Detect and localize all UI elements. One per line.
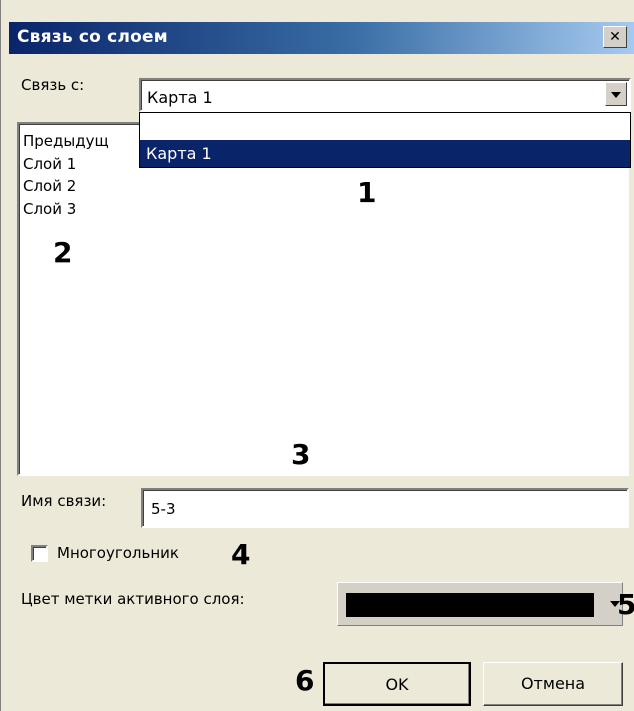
callout-number: 4: [231, 538, 251, 571]
dialog-title: Связь со слоем: [17, 27, 168, 47]
layers-list[interactable]: Предыдущ Слой 1 Слой 2 Слой 3: [17, 122, 629, 476]
ok-button[interactable]: OK: [323, 662, 471, 706]
layer-list-item[interactable]: Слой 1: [23, 155, 76, 173]
link-name-value: 5-3: [151, 500, 176, 518]
link-name-label: Имя связи:: [21, 492, 107, 510]
layer-list-item[interactable]: Слой 3: [23, 200, 76, 218]
active-color-picker[interactable]: [337, 582, 623, 626]
dropdown-option-label: Карта 1: [146, 144, 212, 163]
title-bar: Связь со слоем ✕: [9, 22, 634, 54]
layer-list-item[interactable]: Предыдущ: [23, 132, 109, 150]
callout-number: 5: [617, 588, 634, 621]
dialog-window: Связь со слоем ✕ Связь с: Карта 1 Предыд…: [0, 0, 634, 711]
polygon-checkbox[interactable]: [31, 545, 48, 562]
close-icon: ✕: [609, 29, 621, 45]
link-with-value: Карта 1: [147, 88, 213, 107]
color-swatch: [346, 593, 594, 617]
callout-number: 2: [53, 236, 73, 269]
dropdown-option-empty[interactable]: [140, 113, 630, 139]
callout-number: 3: [291, 438, 311, 471]
callout-number: 6: [295, 664, 315, 697]
close-button[interactable]: ✕: [603, 26, 627, 48]
layer-list-item[interactable]: Слой 2: [23, 177, 76, 195]
link-with-label: Связь с:: [21, 76, 85, 94]
cancel-button[interactable]: Отмена: [483, 662, 623, 706]
dropdown-option-selected[interactable]: Карта 1: [140, 140, 630, 167]
polygon-label: Многоугольник: [57, 544, 179, 562]
link-with-combobox[interactable]: Карта 1: [139, 78, 631, 112]
link-name-input[interactable]: 5-3: [141, 488, 629, 528]
link-with-dropdown-list[interactable]: Карта 1: [139, 112, 631, 168]
link-with-dropdown-button[interactable]: [605, 82, 627, 106]
callout-number: 1: [357, 176, 377, 209]
active-color-label: Цвет метки активного слоя:: [21, 590, 245, 608]
chevron-down-icon: [611, 92, 621, 98]
